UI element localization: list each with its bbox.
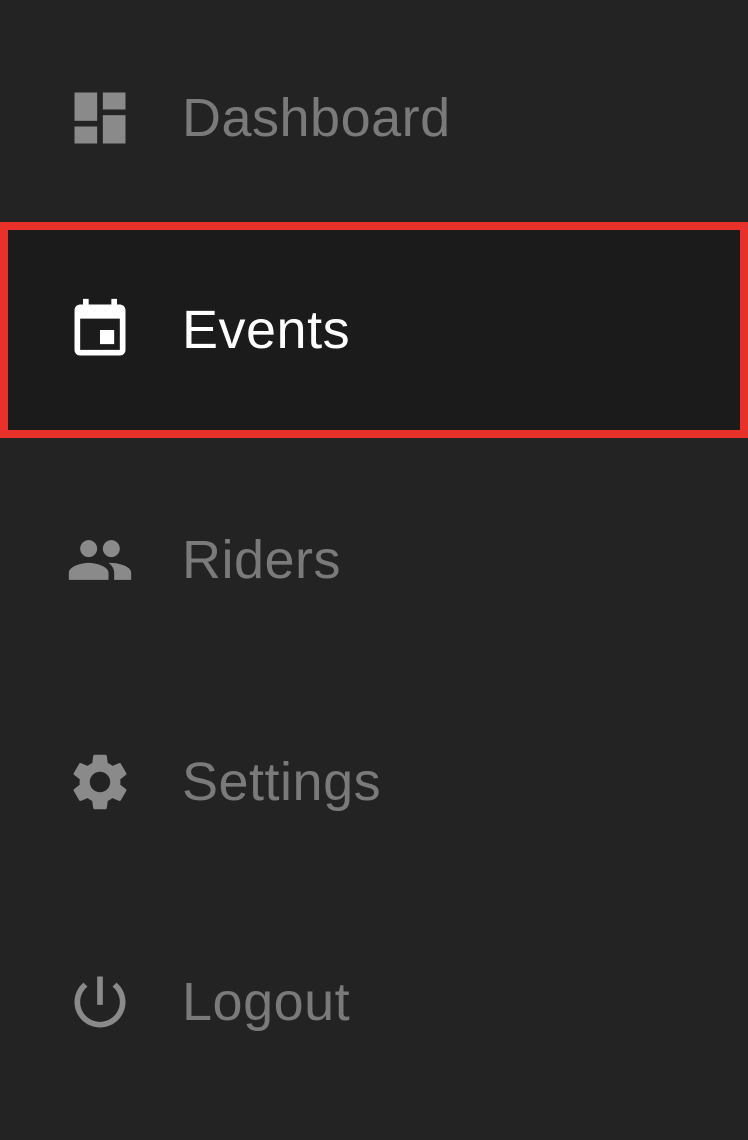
sidebar-nav: Dashboard Events Riders Settings Logout bbox=[0, 0, 748, 1140]
sidebar-item-label: Riders bbox=[182, 530, 342, 590]
power-icon bbox=[66, 968, 134, 1036]
sidebar-item-label: Settings bbox=[182, 752, 382, 812]
sidebar-item-events[interactable]: Events bbox=[0, 222, 748, 438]
sidebar-item-riders[interactable]: Riders bbox=[0, 500, 748, 620]
dashboard-icon bbox=[66, 84, 134, 152]
sidebar-item-logout[interactable]: Logout bbox=[0, 942, 748, 1062]
sidebar-item-label: Dashboard bbox=[182, 88, 451, 148]
people-icon bbox=[66, 526, 134, 594]
calendar-icon bbox=[66, 296, 134, 364]
sidebar-item-label: Events bbox=[182, 300, 351, 360]
sidebar-item-dashboard[interactable]: Dashboard bbox=[0, 58, 748, 178]
sidebar-item-settings[interactable]: Settings bbox=[0, 722, 748, 842]
gear-icon bbox=[66, 748, 134, 816]
sidebar-item-label: Logout bbox=[182, 972, 351, 1032]
